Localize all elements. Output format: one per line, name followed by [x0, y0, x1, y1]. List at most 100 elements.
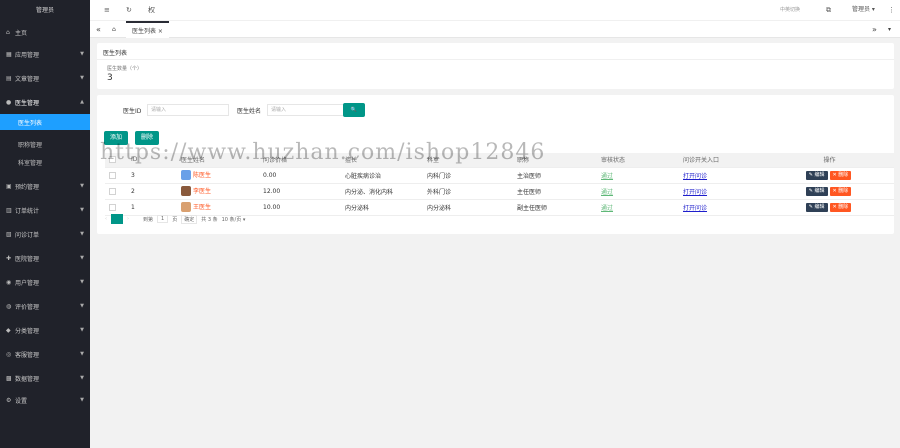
sidebar-item-5[interactable]: ▥ 订单统计 ▼	[0, 200, 90, 220]
tag-icon: ◆	[6, 326, 11, 334]
sidebar-item-2[interactable]: ▤ 文章管理 ▼	[0, 68, 90, 88]
cell-id: 2	[127, 183, 177, 200]
pager-current-page[interactable]: 1	[111, 214, 123, 224]
home-icon: ⌂	[6, 28, 10, 36]
comment-icon: ◍	[6, 302, 12, 310]
sidebar-item-3[interactable]: ● 医生管理 ▲	[0, 92, 90, 112]
open-consult-link[interactable]: 打开问诊	[683, 189, 707, 196]
cell-skill: 内分泌、消化内科	[341, 183, 423, 200]
sidebar-item-6[interactable]: ▧ 问诊订单 ▼	[0, 224, 90, 244]
pager-next[interactable]: ›	[127, 216, 129, 222]
screenshot-icon[interactable]: ⧉	[826, 0, 831, 20]
sidebar-subitem-0[interactable]: 医生列表	[0, 114, 90, 130]
table-row: 3 陈医生 0.00 心脏疾病诊治 内科门诊 主治医师 通过 打开问诊 ✎ 编辑…	[105, 167, 894, 184]
sidebar-item-label: 文章管理	[15, 75, 40, 83]
tab-next-icon[interactable]: »	[872, 21, 877, 38]
sidebar-subitem-2[interactable]: 科室管理	[0, 154, 90, 170]
delete-button[interactable]: ✕ 删除	[829, 202, 852, 212]
status-link[interactable]: 通过	[601, 205, 613, 212]
sidebar-item-label: 评价管理	[15, 303, 40, 311]
more-icon[interactable]: ⋮	[888, 0, 895, 20]
cell-price: 0.00	[259, 167, 341, 184]
cell-actions: ✎ 编辑 ✕ 删除	[761, 183, 894, 200]
doctor-name[interactable]: 李医生	[193, 188, 211, 195]
row-checkbox[interactable]	[109, 187, 116, 195]
menu-toggle-icon[interactable]: ≡	[104, 0, 110, 20]
sidebar-subitem-1[interactable]: 职称管理	[0, 136, 90, 152]
cell-open: 打开问诊	[679, 199, 761, 216]
doctor-count-value: 3	[107, 73, 113, 83]
tab-dropdown-icon[interactable]: ▾	[888, 21, 891, 38]
sidebar-item-1[interactable]: ▦ 应用管理 ▼	[0, 44, 90, 64]
tab-doctor-list[interactable]: 医生列表 ×	[126, 21, 169, 38]
edit-button[interactable]: ✎ 编辑	[805, 202, 828, 212]
chevron-down-icon: ▼	[80, 327, 84, 333]
sidebar-item-label: 医生管理	[15, 99, 40, 107]
delete-button[interactable]: ✕ 删除	[829, 186, 852, 196]
sidebar-item-label: 客服管理	[15, 351, 40, 359]
sidebar-item-4[interactable]: ▣ 预约管理 ▼	[0, 176, 90, 196]
table-row: 2 李医生 12.00 内分泌、消化内科 外科门诊 主任医师 通过 打开问诊 ✎…	[105, 183, 894, 200]
header-actions: 操作	[761, 153, 894, 168]
doctor-id-input[interactable]: 请输入	[147, 104, 229, 116]
sidebar-item-label: 主页	[15, 29, 28, 37]
sidebar-item-9[interactable]: ◍ 评价管理 ▼	[0, 296, 90, 316]
tab-bar: « ⌂ 医生列表 × » ▾	[90, 20, 900, 38]
hospital-icon: ✚	[6, 254, 12, 262]
topbar-title[interactable]: 权	[148, 0, 155, 20]
refresh-icon[interactable]: ↻	[126, 0, 132, 20]
cell-skill: 内分泌科	[341, 199, 423, 216]
row-checkbox[interactable]	[109, 171, 116, 179]
sidebar-item-11[interactable]: ◎ 客服管理 ▼	[0, 344, 90, 364]
sidebar-item-label: 用户管理	[15, 279, 40, 287]
delete-button[interactable]: ✕ 删除	[829, 170, 852, 180]
search-button[interactable]: 🔍	[343, 103, 365, 117]
doctor-name-input[interactable]: 请输入	[267, 104, 349, 116]
edit-button[interactable]: ✎ 编辑	[805, 170, 828, 180]
user-icon: ●	[6, 98, 12, 106]
search-icon: 🔍	[350, 107, 358, 113]
open-consult-link[interactable]: 打开问诊	[683, 205, 707, 212]
pager-goto-input[interactable]: 1	[157, 215, 169, 223]
chevron-up-icon: ▲	[80, 99, 84, 105]
doctor-avatar	[181, 186, 191, 197]
summary-title: 医生列表	[103, 50, 128, 57]
top-bar: ≡ ↻ 权 中英切换 ⧉ 管理员 ▾ ⋮	[90, 0, 900, 20]
open-consult-link[interactable]: 打开问诊	[683, 173, 707, 180]
edit-button[interactable]: ✎ 编辑	[805, 186, 828, 196]
sidebar-item-13[interactable]: ⚙ 设置 ▼	[0, 390, 90, 410]
tab-home-icon[interactable]: ⌂	[112, 21, 116, 38]
cell-price: 12.00	[259, 183, 341, 200]
cell-actions: ✎ 编辑 ✕ 删除	[761, 199, 894, 216]
chevron-down-icon: ▼	[80, 303, 84, 309]
sidebar-item-0[interactable]: ⌂ 主页	[0, 22, 90, 42]
row-checkbox-cell[interactable]	[105, 167, 127, 184]
pager-confirm[interactable]: 确定	[181, 214, 198, 224]
sidebar-item-7[interactable]: ✚ 医院管理 ▼	[0, 248, 90, 268]
sidebar-item-label: 问诊订单	[15, 231, 40, 239]
doctor-name[interactable]: 王医生	[193, 204, 211, 211]
chevron-down-icon: ▼	[80, 255, 84, 261]
pager-prev[interactable]: ‹	[105, 216, 107, 222]
tab-prev-icon[interactable]: «	[96, 21, 101, 38]
chevron-down-icon: ▼	[80, 183, 84, 189]
sidebar-item-8[interactable]: ◉ 用户管理 ▼	[0, 272, 90, 292]
row-checkbox-cell[interactable]	[105, 183, 127, 200]
status-link[interactable]: 通过	[601, 173, 613, 180]
sidebar-item-10[interactable]: ◆ 分类管理 ▼	[0, 320, 90, 340]
pagination: ‹ 1 › 到第 1 页 确定 共 3 条 10 条/页 ▾	[105, 213, 249, 225]
status-link[interactable]: 通过	[601, 189, 613, 196]
cell-status: 通过	[597, 167, 679, 184]
doctor-name[interactable]: 陈医生	[193, 172, 211, 179]
language-switch[interactable]: 中英切换	[780, 0, 800, 20]
cell-open: 打开问诊	[679, 183, 761, 200]
sidebar-item-label: 分类管理	[15, 327, 40, 335]
grid-icon: ▦	[6, 50, 12, 58]
sidebar-item-12[interactable]: ▩ 数据管理 ▼	[0, 368, 90, 388]
admin-menu[interactable]: 管理员 ▾	[852, 0, 875, 20]
pager-per-page[interactable]: 10 条/页 ▾	[222, 216, 246, 223]
row-checkbox[interactable]	[109, 203, 116, 211]
sidebar: 管理员 ⌂ 主页 ▦ 应用管理 ▼ ▤ 文章管理 ▼ ● 医生管理 ▲ ▣ 预约管理 ▼ ▥ 订单统计 ▼ ▧ 问诊…	[0, 0, 90, 448]
users-icon: ◉	[6, 278, 12, 286]
service-icon: ◎	[6, 350, 12, 358]
